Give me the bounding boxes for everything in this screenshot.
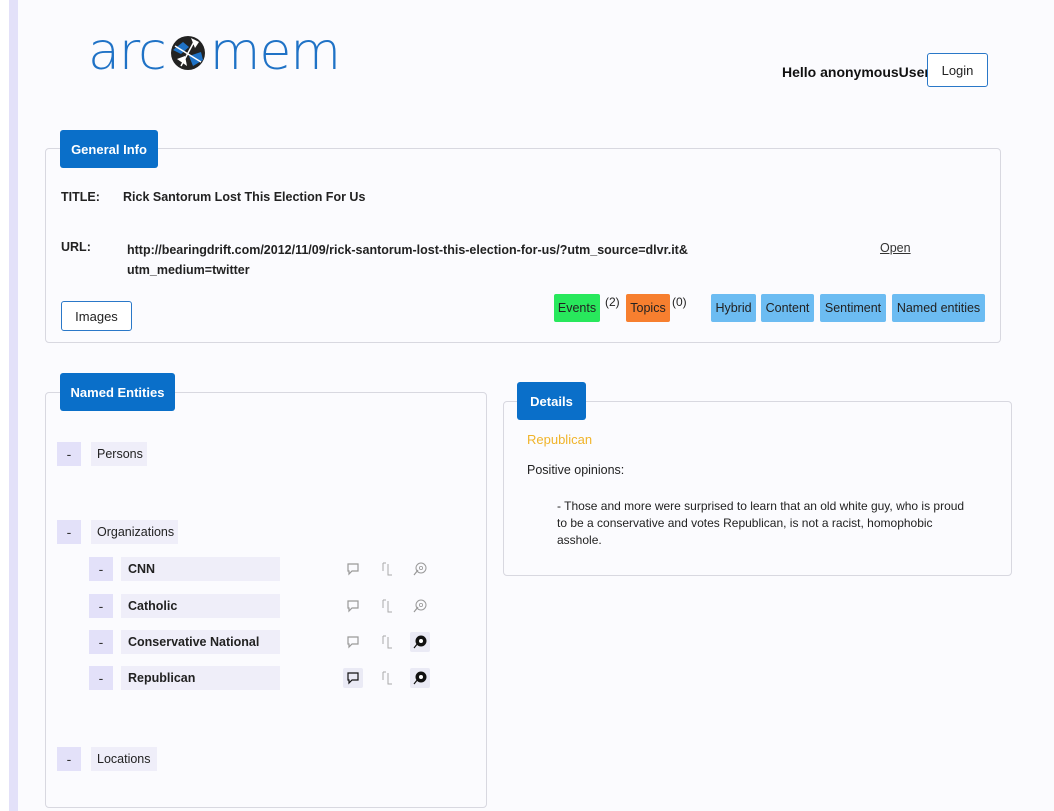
login-button[interactable]: Login xyxy=(927,53,988,87)
org-toggle-cnn[interactable]: - xyxy=(89,557,113,581)
images-button[interactable]: Images xyxy=(61,301,132,331)
comment-icon[interactable] xyxy=(343,559,363,579)
category-organizations[interactable]: Organizations xyxy=(91,520,178,544)
globe-icon xyxy=(167,31,209,73)
left-edge xyxy=(0,0,9,811)
category-persons[interactable]: Persons xyxy=(91,442,147,466)
details-entity-name: Republican xyxy=(527,432,593,447)
positive-opinions-label: Positive opinions: xyxy=(527,463,625,477)
comment-icon[interactable] xyxy=(343,596,363,616)
content-button[interactable]: Content xyxy=(761,294,814,322)
title-label: TITLE: xyxy=(61,190,100,204)
tree-icon[interactable] xyxy=(377,668,397,688)
url-line-1: http://bearingdrift.com/2012/11/09/rick-… xyxy=(127,243,688,257)
url-label: URL: xyxy=(61,240,91,254)
locations-toggle[interactable]: - xyxy=(57,747,81,771)
general-info-tab: General Info xyxy=(60,130,158,168)
open-link[interactable]: Open xyxy=(880,241,911,255)
org-entity-catholic[interactable]: Catholic xyxy=(121,594,280,618)
opinion-quote: - Those and more were surprised to learn… xyxy=(557,499,965,547)
greeting-text: Hello anonymousUser xyxy=(782,64,930,80)
org-entity-cnn[interactable]: CNN xyxy=(121,557,280,581)
org-entity-republican[interactable]: Republican xyxy=(121,666,280,690)
topics-count: (0) xyxy=(672,295,687,309)
topics-tag[interactable]: Topics xyxy=(626,294,670,322)
org-toggle-republican[interactable]: - xyxy=(89,666,113,690)
tree-icon[interactable] xyxy=(377,632,397,652)
sentiment-icon[interactable] xyxy=(410,559,430,579)
sentiment-icon[interactable] xyxy=(410,668,430,688)
events-tag[interactable]: Events xyxy=(554,294,600,322)
url-value: http://bearingdrift.com/2012/11/09/rick-… xyxy=(127,240,777,280)
persons-toggle[interactable]: - xyxy=(57,442,81,466)
url-line-2: utm_medium=twitter xyxy=(127,263,250,277)
named-entities-button[interactable]: Named entities xyxy=(892,294,985,322)
org-entity-conservative-national[interactable]: Conservative National xyxy=(121,630,280,654)
sentiment-button[interactable]: Sentiment xyxy=(820,294,886,322)
sentiment-icon[interactable] xyxy=(410,632,430,652)
details-panel xyxy=(503,401,1012,576)
comment-icon[interactable] xyxy=(343,632,363,652)
named-entities-tab: Named Entities xyxy=(60,373,175,411)
details-tab: Details xyxy=(517,382,586,420)
left-accent-bar xyxy=(9,0,18,811)
sentiment-icon[interactable] xyxy=(410,596,430,616)
category-locations[interactable]: Locations xyxy=(91,747,157,771)
tree-icon[interactable] xyxy=(377,559,397,579)
events-count: (2) xyxy=(605,295,620,309)
logo-text-right: mem xyxy=(209,22,341,82)
organizations-toggle[interactable]: - xyxy=(57,520,81,544)
logo-text-left: arc xyxy=(88,22,167,82)
org-toggle-conservative-national[interactable]: - xyxy=(89,630,113,654)
tree-icon[interactable] xyxy=(377,596,397,616)
arcomem-logo: arc mem xyxy=(88,22,341,82)
org-toggle-catholic[interactable]: - xyxy=(89,594,113,618)
hybrid-button[interactable]: Hybrid xyxy=(711,294,756,322)
title-value: Rick Santorum Lost This Election For Us xyxy=(123,190,366,204)
comment-icon[interactable] xyxy=(343,668,363,688)
